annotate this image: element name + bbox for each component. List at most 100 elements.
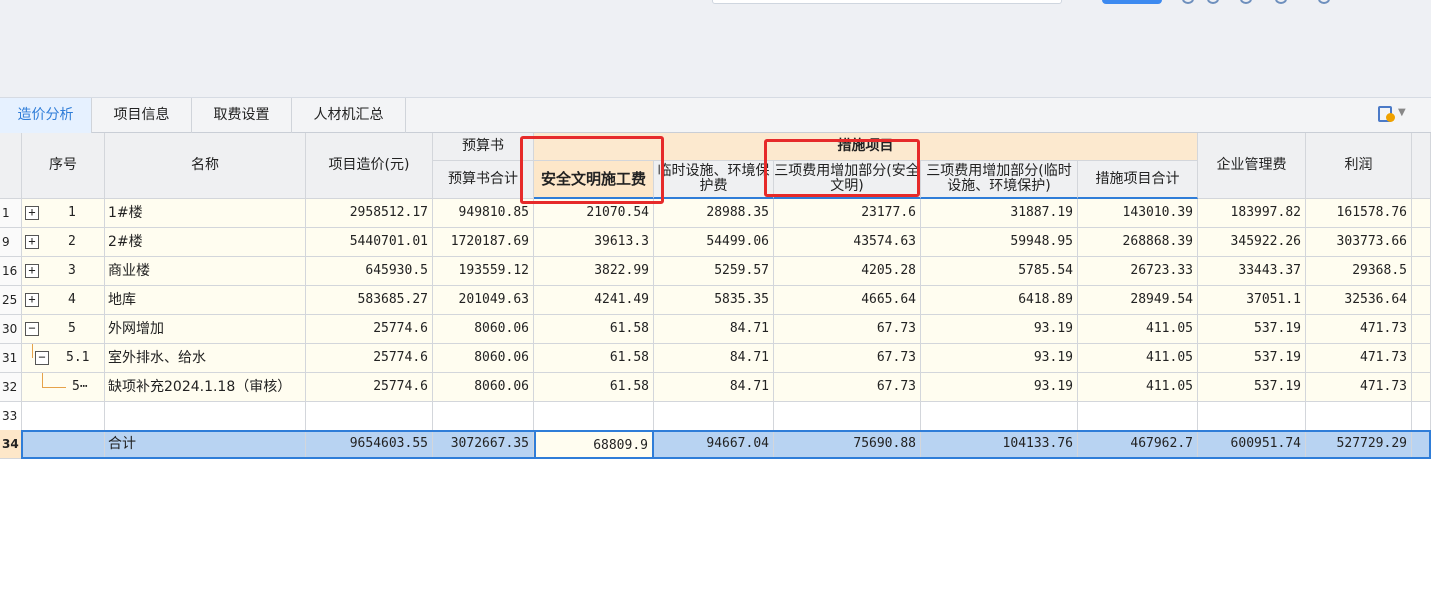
mgmt-fee-cell[interactable]: 345922.26	[1198, 228, 1306, 257]
total-label[interactable]: 合计	[105, 430, 306, 459]
three-temp-cell[interactable]: 93.19	[921, 344, 1078, 373]
total-temp-facility[interactable]: 94667.04	[654, 430, 774, 459]
col-header-temp-facility[interactable]: 临时设施、环境保护费	[654, 161, 774, 199]
seq-cell[interactable]: +2	[22, 228, 105, 257]
three-temp-cell[interactable]: 5785.54	[921, 257, 1078, 286]
column-settings-icon[interactable]: ▼	[1378, 106, 1406, 124]
total-profit[interactable]: 527729.29	[1306, 430, 1412, 459]
safety-fee-cell[interactable]: 39613.3	[534, 228, 654, 257]
table-row[interactable]: 25 +4 地库 583685.27 201049.63 4241.49 5835.35 46…	[0, 286, 1431, 315]
expand-toggle-icon[interactable]: +	[25, 235, 39, 249]
collapse-toggle-icon[interactable]: −	[35, 351, 49, 365]
mgmt-fee-cell[interactable]: 537.19	[1198, 315, 1306, 344]
three-temp-cell[interactable]: 31887.19	[921, 199, 1078, 228]
three-temp-cell[interactable]: 93.19	[921, 373, 1078, 402]
temp-facility-cell[interactable]: 54499.06	[654, 228, 774, 257]
three-safety-cell[interactable]: 67.73	[774, 315, 921, 344]
mgmt-fee-cell[interactable]: 537.19	[1198, 373, 1306, 402]
measures-total-cell[interactable]: 143010.39	[1078, 199, 1198, 228]
table-row[interactable]: 9 +2 2#楼 5440701.01 1720187.69 39613.3 54499.0…	[0, 228, 1431, 257]
budget-total-cell[interactable]: 8060.06	[433, 315, 534, 344]
toolbar-icon-2[interactable]	[1207, 0, 1219, 4]
three-safety-cell[interactable]	[774, 402, 921, 431]
budget-total-cell[interactable]: 949810.85	[433, 199, 534, 228]
measures-total-cell[interactable]: 268868.39	[1078, 228, 1198, 257]
name-cell[interactable]: 缺项补充2024.1.18（审核）	[105, 373, 306, 402]
safety-fee-cell[interactable]: 61.58	[534, 373, 654, 402]
budget-total-cell[interactable]: 8060.06	[433, 373, 534, 402]
table-row[interactable]: 16 +3 商业楼 645930.5 193559.12 3822.99 5259.57 42…	[0, 257, 1431, 286]
cost-cell[interactable]: 583685.27	[306, 286, 433, 315]
total-three-safety[interactable]: 75690.88	[774, 430, 921, 459]
measures-total-cell[interactable]: 411.05	[1078, 315, 1198, 344]
safety-fee-cell[interactable]: 61.58	[534, 315, 654, 344]
name-cell[interactable]: 1#楼	[105, 199, 306, 228]
three-temp-cell[interactable]	[921, 402, 1078, 431]
col-header-profit[interactable]: 利润	[1306, 133, 1412, 199]
safety-fee-cell[interactable]: 4241.49	[534, 286, 654, 315]
measures-total-cell[interactable]: 411.05	[1078, 373, 1198, 402]
mgmt-fee-cell[interactable]: 37051.1	[1198, 286, 1306, 315]
mgmt-fee-cell[interactable]: 537.19	[1198, 344, 1306, 373]
cost-cell[interactable]: 25774.6	[306, 344, 433, 373]
three-temp-cell[interactable]: 59948.95	[921, 228, 1078, 257]
tab-cost-analysis[interactable]: 造价分析	[0, 98, 92, 133]
total-budget[interactable]: 3072667.35	[433, 430, 534, 459]
col-header-budget-total[interactable]: 预算书合计	[433, 161, 534, 199]
name-cell[interactable]: 地库	[105, 286, 306, 315]
three-temp-cell[interactable]: 6418.89	[921, 286, 1078, 315]
cost-cell[interactable]	[306, 402, 433, 431]
expand-toggle-icon[interactable]: +	[25, 206, 39, 220]
seq-cell[interactable]: +1	[22, 199, 105, 228]
name-cell[interactable]: 室外排水、给水	[105, 344, 306, 373]
cost-cell[interactable]: 645930.5	[306, 257, 433, 286]
cost-cell[interactable]: 5440701.01	[306, 228, 433, 257]
measures-total-cell[interactable]: 411.05	[1078, 344, 1198, 373]
search-input[interactable]	[712, 0, 1062, 4]
table-row[interactable]: 30−5 外网增加 25774.6 8060.06 61.58 84.71 67.73 93.…	[0, 315, 1431, 344]
profit-cell[interactable]: 471.73	[1306, 373, 1412, 402]
profit-cell[interactable]: 303773.66	[1306, 228, 1412, 257]
toolbar-icon-5[interactable]	[1318, 0, 1330, 4]
temp-facility-cell[interactable]: 5259.57	[654, 257, 774, 286]
budget-total-cell[interactable]: 8060.06	[433, 344, 534, 373]
tab-project-info[interactable]: 项目信息	[92, 98, 192, 133]
table-row[interactable]: 31− 5.1 室外排水、给水 25774.6 8060.06 61.58 84.71 67.…	[0, 344, 1431, 373]
three-safety-cell[interactable]: 4205.28	[774, 257, 921, 286]
col-header-cost[interactable]: 项目造价(元)	[306, 133, 433, 199]
temp-facility-cell[interactable]: 28988.35	[654, 199, 774, 228]
expand-toggle-icon[interactable]: +	[25, 264, 39, 278]
expand-toggle-icon[interactable]: +	[25, 293, 39, 307]
name-cell[interactable]: 2#楼	[105, 228, 306, 257]
profit-cell[interactable]	[1306, 402, 1412, 431]
seq-cell[interactable]: +3	[22, 257, 105, 286]
collapse-toggle-icon[interactable]: −	[25, 322, 39, 336]
primary-button[interactable]	[1102, 0, 1162, 4]
three-safety-cell[interactable]: 43574.63	[774, 228, 921, 257]
temp-facility-cell[interactable]: 5835.35	[654, 286, 774, 315]
total-three-temp[interactable]: 104133.76	[921, 430, 1078, 459]
three-safety-cell[interactable]: 4665.64	[774, 286, 921, 315]
profit-cell[interactable]: 29368.5	[1306, 257, 1412, 286]
three-safety-cell[interactable]: 67.73	[774, 373, 921, 402]
name-cell[interactable]	[105, 402, 306, 431]
three-temp-cell[interactable]: 93.19	[921, 315, 1078, 344]
budget-total-cell[interactable]	[433, 402, 534, 431]
seq-cell[interactable]: +4	[22, 286, 105, 315]
table-row[interactable]: 32 5⋯ 缺项补充2024.1.18（审核） 25774.6 8060.06 61.58…	[0, 373, 1431, 402]
safety-fee-cell[interactable]: 3822.99	[534, 257, 654, 286]
cost-cell[interactable]: 25774.6	[306, 315, 433, 344]
profit-cell[interactable]: 471.73	[1306, 344, 1412, 373]
seq-cell[interactable]: 5⋯	[22, 373, 105, 402]
col-header-three-temp[interactable]: 三项费用增加部分(临时设施、环境保护)	[921, 161, 1078, 199]
safety-fee-cell[interactable]	[534, 402, 654, 431]
cost-cell[interactable]: 2958512.17	[306, 199, 433, 228]
mgmt-fee-cell[interactable]: 183997.82	[1198, 199, 1306, 228]
table-row[interactable]: 1 +1 1#楼 2958512.17 949810.85 21070.54 28988.3…	[0, 199, 1431, 228]
name-cell[interactable]: 商业楼	[105, 257, 306, 286]
measures-total-cell[interactable]	[1078, 402, 1198, 431]
three-safety-cell[interactable]: 23177.6	[774, 199, 921, 228]
col-header-mgmt-fee[interactable]: 企业管理费	[1198, 133, 1306, 199]
budget-total-cell[interactable]: 1720187.69	[433, 228, 534, 257]
tab-fee-settings[interactable]: 取费设置	[192, 98, 292, 133]
